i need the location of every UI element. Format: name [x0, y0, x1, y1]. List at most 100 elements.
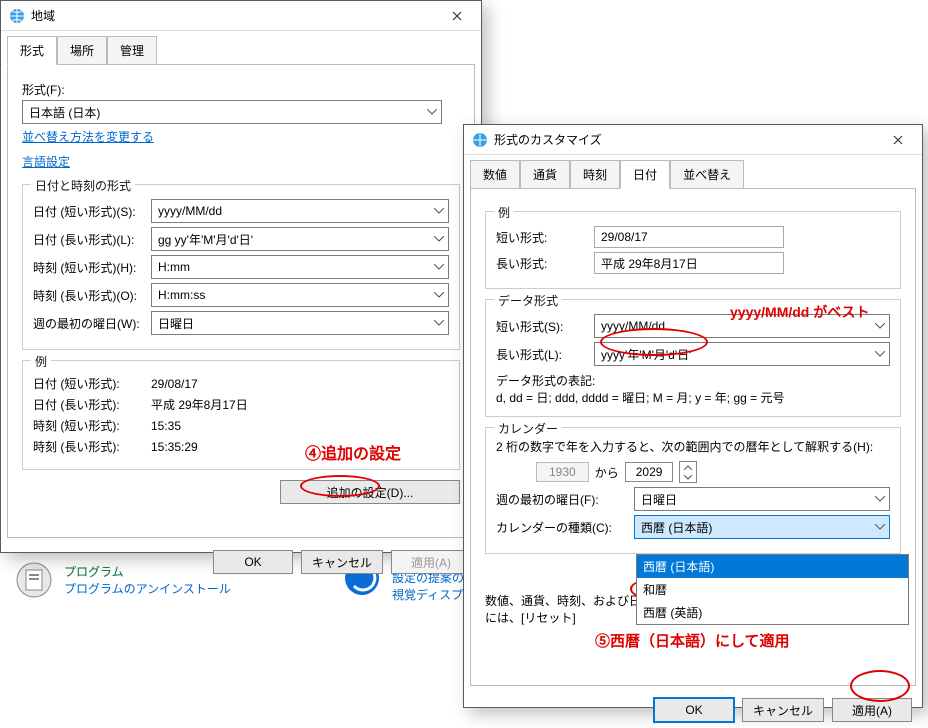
cancel-button[interactable]: キャンセル [742, 698, 824, 722]
cf-firstday-val: 日曜日 [641, 491, 677, 508]
region-tabs: 形式 場所 管理 [1, 31, 481, 64]
year-from: 1930 [536, 462, 589, 482]
year-to-word: から [595, 464, 619, 481]
globe-icon [9, 8, 25, 24]
chevron-down-icon [434, 292, 444, 298]
additional-settings-button[interactable]: 追加の設定(D)... [280, 480, 460, 504]
tab-time[interactable]: 時刻 [570, 160, 620, 189]
short-date-val: yyyy/MM/dd [158, 204, 222, 218]
format-select[interactable]: 日本語 (日本) [22, 100, 442, 124]
tab-sort[interactable]: 並べ替え [670, 160, 744, 189]
caltype-option-seireki-jp[interactable]: 西暦 (日本語) [637, 555, 908, 578]
ex-long-date-lbl: 日付 (長い形式): [33, 396, 143, 413]
firstday-combo[interactable]: 日曜日 [634, 487, 890, 511]
cf-dataformat-group: データ形式 短い形式(S): yyyy/MM/dd 長い形式(L): yyyy'… [485, 299, 901, 417]
year-spinner[interactable] [679, 461, 697, 483]
uninstall-link[interactable]: プログラムのアンインストール [64, 580, 231, 597]
custfmt-panel: 例 短い形式:29/08/17 長い形式:平成 29年8月17日 データ形式 短… [470, 188, 916, 686]
apply-button[interactable]: 適用(A) [832, 698, 912, 722]
cf-caltype-lbl: カレンダーの種類(C): [496, 519, 626, 536]
short-time-lbl: 時刻 (短い形式)(H): [33, 259, 143, 276]
cf-example-group: 例 短い形式:29/08/17 長い形式:平成 29年8月17日 [485, 211, 901, 289]
long-time-lbl: 時刻 (長い形式)(O): [33, 287, 143, 304]
cf-longfmt-lbl: 長い形式(L): [496, 346, 586, 363]
region-buttonrow: OK キャンセル 適用(A) [1, 544, 481, 580]
cf-syntax-txt: d, dd = 日; ddd, dddd = 曜日; M = 月; y = 年;… [496, 389, 890, 406]
lang-link[interactable]: 言語設定 [22, 153, 70, 170]
short-date-lbl: 日付 (短い形式)(S): [33, 203, 143, 220]
format-value: 日本語 (日本) [29, 104, 100, 121]
calendar-type-combo[interactable]: 西暦 (日本語) [634, 515, 890, 539]
custfmt-title: 形式のカスタマイズ [494, 131, 878, 148]
close-button[interactable] [437, 2, 477, 30]
cf-calendar-group: カレンダー 2 桁の数字で年を入力すると、次の範囲内での暦年として解釈する(H)… [485, 427, 901, 554]
example-group: 例 日付 (短い形式):29/08/17 日付 (長い形式):平成 29年8月1… [22, 360, 460, 470]
long-format-combo[interactable]: yyyy'年'M'月'd'日' [594, 342, 890, 366]
ex-long-date-val: 平成 29年8月17日 [151, 396, 248, 413]
tab-format[interactable]: 形式 [7, 36, 57, 65]
custfmt-titlebar: 形式のカスタマイズ [464, 125, 922, 155]
chevron-down-icon [434, 320, 444, 326]
cf-caltype-val: 西暦 (日本語) [641, 519, 712, 536]
cf-syntax-lbl: データ形式の表記: [496, 372, 890, 389]
custfmt-buttonrow: OK キャンセル 適用(A) [464, 692, 922, 728]
chevron-down-icon [875, 323, 885, 329]
datetime-group: 日付と時刻の形式 日付 (短い形式)(S): yyyy/MM/dd 日付 (長い… [22, 184, 460, 350]
chevron-down-icon [434, 208, 444, 214]
cf-calendar-title: カレンダー [494, 420, 562, 437]
tab-admin[interactable]: 管理 [107, 36, 157, 65]
long-date-val: gg yy'年'M'月'd'日' [158, 231, 253, 248]
cf-longfmt-val: yyyy'年'M'月'd'日' [601, 346, 691, 363]
chevron-down-icon [427, 109, 437, 115]
region-window: 地域 形式 場所 管理 形式(F): 日本語 (日本) 並べ替え方法を変更する … [0, 0, 482, 553]
close-button[interactable] [878, 126, 918, 154]
ex-long-time-lbl: 時刻 (長い形式): [33, 438, 143, 455]
cf-long-lbl: 長い形式: [496, 255, 586, 272]
cf-twodigit-lbl: 2 桁の数字で年を入力すると、次の範囲内での暦年として解釈する(H): [496, 438, 890, 455]
ex-long-time-val: 15:35:29 [151, 440, 198, 454]
chevron-down-icon [875, 524, 885, 530]
caltype-option-seireki-en[interactable]: 西暦 (英語) [637, 601, 908, 624]
chevron-down-icon [434, 236, 444, 242]
tab-number[interactable]: 数値 [470, 160, 520, 189]
format-label: 形式(F): [22, 81, 460, 98]
sort-link[interactable]: 並べ替え方法を変更する [22, 128, 154, 145]
ok-button[interactable]: OK [213, 550, 293, 574]
short-time-val: H:mm [158, 260, 190, 274]
tab-date[interactable]: 日付 [620, 160, 670, 189]
chevron-down-icon [875, 496, 885, 502]
first-day-val: 日曜日 [158, 315, 194, 332]
datetime-group-title: 日付と時刻の形式 [31, 177, 135, 194]
ok-button[interactable]: OK [654, 698, 734, 722]
short-time-combo[interactable]: H:mm [151, 255, 449, 279]
long-time-combo[interactable]: H:mm:ss [151, 283, 449, 307]
short-date-combo[interactable]: yyyy/MM/dd [151, 199, 449, 223]
ex-short-date-val: 29/08/17 [151, 377, 198, 391]
custfmt-tabs: 数値 通貨 時刻 日付 並べ替え [464, 155, 922, 188]
first-day-combo[interactable]: 日曜日 [151, 311, 449, 335]
ex-short-date-lbl: 日付 (短い形式): [33, 375, 143, 392]
tab-location[interactable]: 場所 [57, 36, 107, 65]
region-title: 地域 [31, 7, 437, 24]
long-time-val: H:mm:ss [158, 288, 205, 302]
ex-short-time-val: 15:35 [151, 419, 181, 433]
long-date-lbl: 日付 (長い形式)(L): [33, 231, 143, 248]
tab-currency[interactable]: 通貨 [520, 160, 570, 189]
cf-short-lbl: 短い形式: [496, 229, 586, 246]
cf-long-val: 平成 29年8月17日 [594, 252, 784, 274]
chevron-down-icon [875, 351, 885, 357]
first-day-lbl: 週の最初の曜日(W): [33, 315, 143, 332]
region-titlebar: 地域 [1, 1, 481, 31]
cancel-button[interactable]: キャンセル [301, 550, 383, 574]
customize-format-window: 形式のカスタマイズ 数値 通貨 時刻 日付 並べ替え 例 短い形式:29/08/… [463, 124, 923, 708]
year-to-input[interactable]: 2029 [625, 462, 674, 482]
cf-example-title: 例 [494, 204, 514, 221]
spin-down-icon[interactable] [680, 472, 696, 482]
example-group-title: 例 [31, 353, 51, 370]
cf-dataformat-title: データ形式 [494, 292, 562, 309]
spin-up-icon[interactable] [680, 462, 696, 472]
short-format-combo[interactable]: yyyy/MM/dd [594, 314, 890, 338]
apply-button[interactable]: 適用(A) [391, 550, 471, 574]
caltype-option-wareki[interactable]: 和暦 [637, 578, 908, 601]
long-date-combo[interactable]: gg yy'年'M'月'd'日' [151, 227, 449, 251]
